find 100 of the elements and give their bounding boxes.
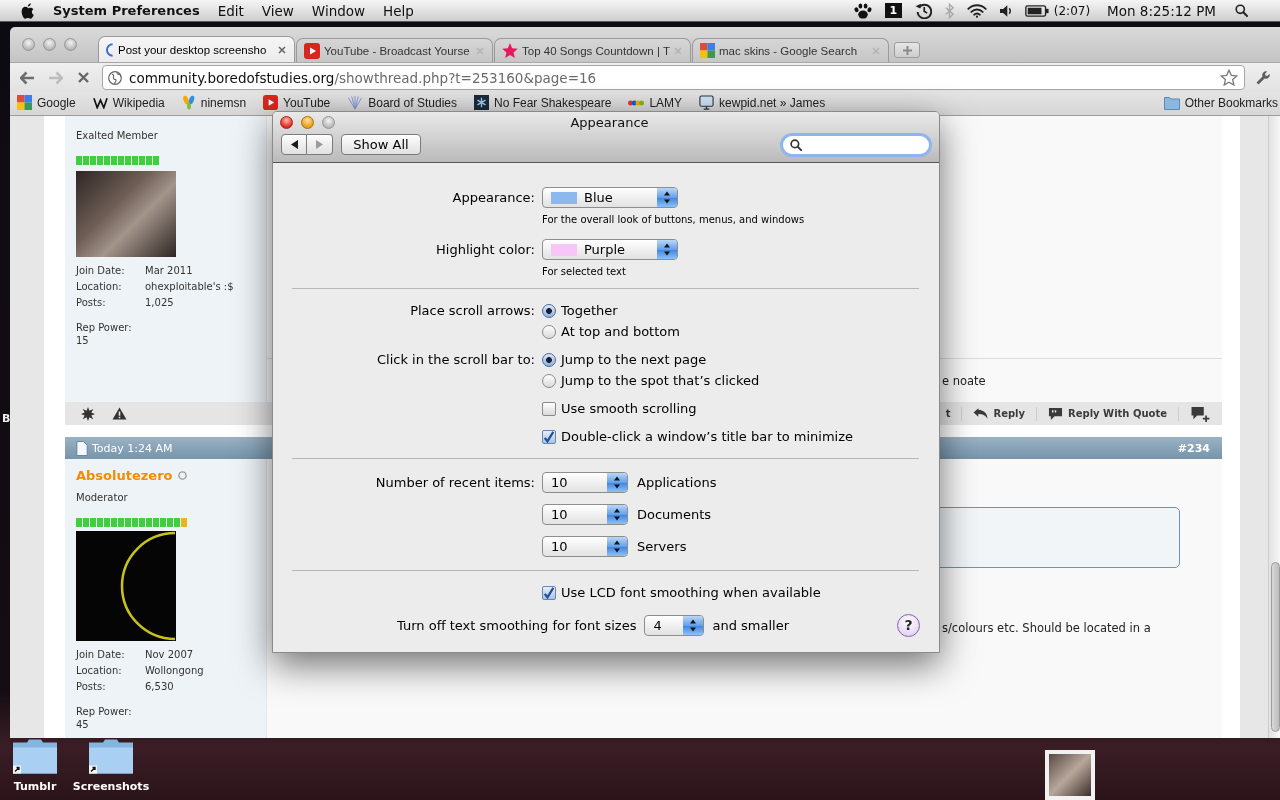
- bookmark-folder[interactable]: Other Bookmarks: [1163, 95, 1278, 110]
- hint-text: For selected text: [542, 265, 626, 278]
- info-value: Nov 2007: [145, 648, 195, 662]
- bookmark-item[interactable]: kewpid.net » James: [699, 95, 826, 110]
- starburst-icon[interactable]: [81, 406, 95, 421]
- new-tab-button[interactable]: [894, 42, 920, 58]
- radio-button[interactable]: [542, 303, 556, 318]
- clock-arrow-icon[interactable]: [914, 2, 932, 19]
- field-label: Number of recent items:: [375, 474, 535, 492]
- address-field[interactable]: community.boredofstudies.org/showthread.php?t=253160&page=16: [102, 65, 1245, 90]
- browser-tab[interactable]: Top 40 Songs Countdown | T: [494, 38, 691, 62]
- wifi-icon[interactable]: [966, 3, 987, 18]
- checkbox-label: Use smooth scrolling: [561, 400, 697, 418]
- folder-icon[interactable]: [88, 739, 134, 774]
- info-value: 1,025: [145, 296, 175, 310]
- menu-item[interactable]: Help: [383, 2, 414, 19]
- field-label: Place scroll arrows:: [410, 302, 535, 320]
- bookmark-item[interactable]: LAMY: [628, 95, 683, 110]
- browser-tab[interactable]: YouTube - Broadcast Yourse: [296, 38, 493, 62]
- post-action-link[interactable]: Reply With Quote: [1048, 406, 1167, 421]
- wrench-icon[interactable]: [1254, 69, 1270, 86]
- popup-menu[interactable]: Blue: [542, 187, 678, 208]
- globe-icon: [108, 70, 122, 85]
- menu-item[interactable]: Edit: [217, 2, 244, 19]
- post-action-link[interactable]: t: [945, 408, 951, 419]
- bubble-plus-icon[interactable]: [1190, 405, 1210, 422]
- paw-icon[interactable]: [853, 2, 872, 19]
- show-all-button[interactable]: Show All: [341, 134, 421, 155]
- folder-icon[interactable]: [12, 739, 58, 774]
- info-label: Rep Power:: [76, 705, 132, 718]
- bookmark-item[interactable]: Wikipedia: [92, 95, 165, 110]
- battery-icon[interactable]: [1024, 4, 1049, 17]
- menu-item[interactable]: View: [261, 2, 294, 19]
- window-title: Appearance: [570, 115, 649, 130]
- bookmark-item[interactable]: Board of Studies: [347, 95, 457, 110]
- up-down-arrows-icon: [607, 505, 627, 524]
- checkbox[interactable]: [542, 429, 556, 444]
- popup-menu[interactable]: 4: [644, 614, 705, 636]
- radio-label: Jump to the spot that’s clicked: [561, 372, 760, 390]
- field-label: Highlight color:: [436, 241, 535, 259]
- menu-clock[interactable]: Mon 8:25:12 PM: [1107, 2, 1216, 19]
- popup-menu[interactable]: Purple: [542, 239, 678, 260]
- warning-icon[interactable]: [112, 407, 127, 420]
- fan-lines-icon: [347, 95, 364, 110]
- close-button[interactable]: [280, 116, 293, 129]
- reply-arrow-icon: [973, 407, 989, 420]
- checkbox[interactable]: [542, 401, 556, 416]
- info-label: Location:: [76, 664, 123, 678]
- popup-menu[interactable]: 10: [542, 536, 628, 557]
- info-value: Mar 2011: [145, 264, 194, 278]
- app-menu[interactable]: System Preferences: [53, 3, 200, 18]
- speaker-icon[interactable]: [999, 4, 1012, 17]
- photo-thumbnail[interactable]: [1045, 750, 1095, 800]
- browser-tab[interactable]: mac skins - Google Search: [692, 38, 889, 62]
- number-tile[interactable]: 1: [884, 3, 902, 18]
- bookmark-item[interactable]: ninemsn: [181, 95, 247, 110]
- help-button[interactable]: ?: [897, 613, 920, 637]
- color-dots-icon: [628, 98, 645, 107]
- search-field[interactable]: [780, 133, 932, 157]
- scrollbar-thumb[interactable]: [1271, 562, 1280, 732]
- popup-menu[interactable]: 10: [542, 472, 628, 493]
- bookmark-item[interactable]: YouTube: [263, 95, 331, 110]
- search-icon[interactable]: [1235, 4, 1248, 17]
- menu-item[interactable]: Window: [311, 2, 366, 19]
- star-outline-icon[interactable]: [1220, 69, 1238, 86]
- left-arrow-icon[interactable]: [20, 70, 35, 85]
- battery-time: (2:07): [1053, 3, 1091, 18]
- plus-icon: [902, 45, 912, 55]
- play-tile-icon: [304, 42, 320, 59]
- bookmark-item[interactable]: Google: [17, 95, 76, 110]
- minimize-button[interactable]: [301, 116, 314, 129]
- up-down-arrows-icon: [607, 473, 627, 492]
- apple-icon[interactable]: [21, 2, 35, 19]
- popup-menu[interactable]: 10: [542, 504, 628, 525]
- info-value: 15: [76, 334, 89, 347]
- bookmark-item[interactable]: No Fear Shakespeare: [474, 95, 612, 110]
- post-action-link[interactable]: Reply: [973, 407, 1026, 420]
- zigzag-icon: [92, 96, 108, 109]
- up-down-arrows-icon: [657, 240, 677, 259]
- radio-button[interactable]: [542, 373, 556, 388]
- checkbox[interactable]: [542, 585, 556, 600]
- info-label: Posts:: [76, 296, 107, 310]
- user-rank: Exalted Member: [76, 129, 158, 142]
- play-tile-icon: [263, 95, 279, 110]
- info-value: 45: [76, 718, 89, 731]
- radio-button[interactable]: [542, 352, 556, 367]
- back-button[interactable]: [281, 134, 307, 155]
- browser-tab[interactable]: Post your desktop screensho: [98, 36, 295, 62]
- field-label: Turn off text smoothing for font sizes: [397, 616, 637, 635]
- desktop-icon-label: Screenshots: [72, 780, 150, 793]
- folder-icon: [1163, 95, 1180, 110]
- info-label: Join Date:: [76, 648, 126, 662]
- info-label: Rep Power:: [76, 321, 132, 334]
- close-icon[interactable]: [278, 45, 286, 54]
- up-down-arrows-icon: [657, 188, 677, 207]
- hint-text: For the overall look of buttons, menus, and windows: [542, 213, 805, 226]
- radio-button[interactable]: [542, 324, 556, 339]
- cross-icon[interactable]: [78, 72, 89, 83]
- monitor-icon: [699, 95, 715, 110]
- radio-label: Together: [561, 302, 618, 320]
